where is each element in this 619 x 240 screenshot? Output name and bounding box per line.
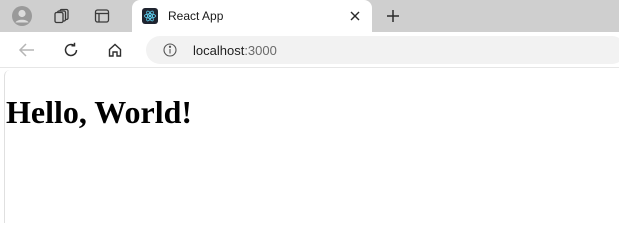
tab-strip: React App xyxy=(0,0,619,32)
url-port: :3000 xyxy=(244,43,277,58)
url-host: localhost xyxy=(193,43,245,58)
home-icon[interactable] xyxy=(102,38,128,62)
page-heading: Hello, World! xyxy=(6,94,193,130)
tab-title: React App xyxy=(168,9,224,23)
browser-toolbar: localhost:3000 xyxy=(0,32,619,68)
tab-actions-icon[interactable] xyxy=(88,4,116,28)
site-info-icon[interactable] xyxy=(162,42,178,58)
tab-react-app[interactable]: React App xyxy=(132,0,372,32)
close-icon[interactable] xyxy=(346,7,364,25)
workspaces-icon[interactable] xyxy=(48,4,76,28)
new-tab-icon[interactable] xyxy=(380,4,406,28)
url-text[interactable]: localhost:3000 xyxy=(193,43,277,58)
profile-icon[interactable] xyxy=(8,4,36,28)
address-bar[interactable]: localhost:3000 xyxy=(146,36,619,64)
page-viewport: Hello, World! xyxy=(4,70,619,223)
react-logo-icon xyxy=(142,8,158,24)
reload-icon[interactable] xyxy=(58,38,84,62)
back-arrow-icon[interactable] xyxy=(14,38,40,62)
